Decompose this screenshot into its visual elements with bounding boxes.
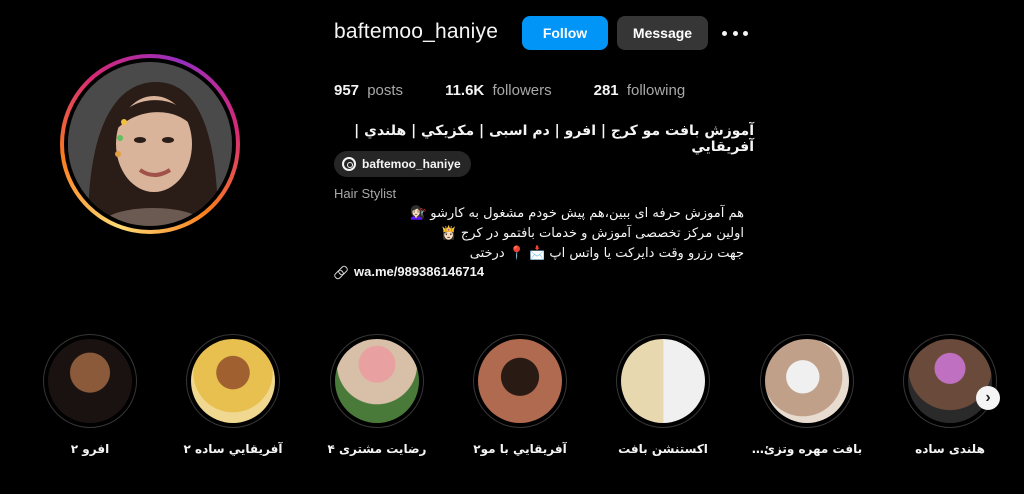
profile-username: baftemoo_haniye	[334, 20, 499, 43]
profile-page: baftemoo_haniye Follow Message 957 posts…	[0, 0, 1024, 494]
chevron-right-icon[interactable]: ›	[976, 386, 1000, 410]
threads-badge[interactable]: baftemoo_haniye	[334, 151, 471, 177]
bio-line: جهت رزرو وقت دایرکت یا واتس اپ 📩 📍 درختی	[469, 246, 744, 261]
bio-line: هم آموزش حرفه ای ببین،هم پیش خودم مشغول …	[409, 206, 744, 221]
profile-category: Hair Stylist	[334, 186, 397, 201]
highlight-label: رضایت مشتری ۴	[327, 442, 427, 456]
highlight-item[interactable]: اکستنشن بافت	[598, 334, 728, 456]
avatar-illustration	[68, 62, 232, 226]
highlight-cover	[621, 339, 705, 423]
posts-stat: 957 posts	[334, 82, 403, 99]
highlight-cover	[335, 339, 419, 423]
followers-stat[interactable]: 11.6K followers	[445, 82, 552, 99]
followers-count: 11.6K	[445, 82, 485, 99]
highlight-label: آفريقايي ساده ۲	[183, 442, 283, 456]
highlight-label: بافت مهره وتزئ…	[751, 442, 863, 456]
threads-icon	[342, 157, 356, 171]
bio-link[interactable]: wa.me/989386146714	[334, 264, 484, 279]
highlight-item[interactable]: بافت مهره وتزئ…	[742, 334, 872, 456]
highlight-label: اکستنشن بافت	[618, 442, 708, 456]
highlight-cover	[478, 339, 562, 423]
bio-link-text: wa.me/989386146714	[354, 264, 485, 279]
posts-count: 957	[334, 82, 360, 99]
posts-label: posts	[367, 82, 404, 99]
story-highlights: افرو ۲ آفريقايي ساده ۲ رضایت مشتری ۴ آفر…	[0, 334, 1024, 464]
highlight-item[interactable]: رضایت مشتری ۴	[312, 334, 442, 456]
highlight-cover	[48, 339, 132, 423]
following-count: 281	[593, 82, 619, 99]
highlight-label: آفريقايي با مو۲	[473, 442, 567, 456]
message-button[interactable]: Message	[617, 16, 708, 50]
highlight-item[interactable]: افرو ۲	[25, 334, 155, 456]
avatar-photo	[68, 62, 232, 226]
highlight-label: هلندی ساده	[915, 442, 985, 456]
follow-button[interactable]: Follow	[522, 16, 608, 50]
highlight-label: افرو ۲	[70, 442, 110, 456]
profile-avatar[interactable]	[60, 54, 240, 234]
profile-stats: 957 posts 11.6K followers 281 following	[334, 82, 727, 99]
threads-handle: baftemoo_haniye	[362, 157, 461, 171]
more-options-icon[interactable]	[722, 24, 748, 42]
followers-label: followers	[492, 82, 552, 99]
highlight-cover	[908, 339, 992, 423]
profile-bio: هم آموزش حرفه ای ببین،هم پیش خودم مشغول …	[334, 204, 744, 264]
following-stat[interactable]: 281 following	[594, 82, 686, 99]
highlight-item[interactable]: آفريقايي ساده ۲	[168, 334, 298, 456]
highlight-item[interactable]: آفريقايي با مو۲	[455, 334, 585, 456]
link-icon	[334, 266, 346, 278]
following-label: following	[626, 82, 686, 99]
highlight-cover	[765, 339, 849, 423]
highlight-cover	[191, 339, 275, 423]
bio-line: اولین مرکز تخصصی آموزش و خدمات بافتمو در…	[440, 226, 744, 241]
